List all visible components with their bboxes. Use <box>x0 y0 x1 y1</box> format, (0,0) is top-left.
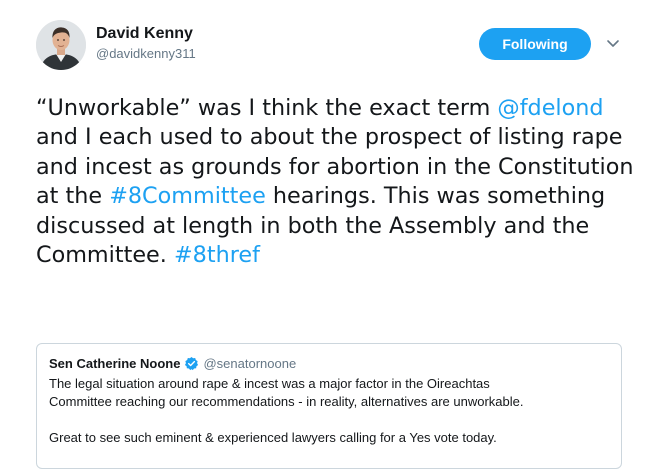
person-avatar-icon <box>36 20 86 70</box>
tweet-text: “Unworkable” was I think the exact term … <box>36 94 646 270</box>
quoted-tweet-line: Committee reaching our recommendations -… <box>49 394 524 409</box>
hashtag-link[interactable]: #8Committee <box>109 183 266 209</box>
quoted-tweet-text: The legal situation around rape & incest… <box>49 375 614 447</box>
more-options-button[interactable] <box>604 36 622 52</box>
mention-link[interactable]: @fdelond <box>497 95 603 121</box>
quoted-tweet-header: Sen Catherine Noone @senatornoone <box>49 356 296 372</box>
quoted-tweet[interactable]: Sen Catherine Noone @senatornoone The le… <box>36 343 622 469</box>
tweet-text-segment: “Unworkable” was I think the exact term <box>36 95 498 121</box>
verified-badge-icon <box>185 356 199 371</box>
author-handle[interactable]: @davidkenny311 <box>96 46 196 62</box>
quoted-tweet-line: The legal situation around rape & incest… <box>49 376 490 391</box>
quoted-author-handle: @senatornoone <box>203 356 297 371</box>
author-avatar[interactable] <box>36 20 86 70</box>
following-button[interactable]: Following <box>479 28 591 60</box>
author-display-name[interactable]: David Kenny <box>96 24 193 44</box>
quoted-author-name: Sen Catherine Noone <box>49 356 181 371</box>
tweet-card: David Kenny @davidkenny311 Following “Un… <box>0 0 650 476</box>
chevron-down-icon <box>607 40 619 47</box>
quoted-tweet-line: Great to see such eminent & experienced … <box>49 430 497 445</box>
hashtag-link[interactable]: #8thref <box>174 242 260 268</box>
